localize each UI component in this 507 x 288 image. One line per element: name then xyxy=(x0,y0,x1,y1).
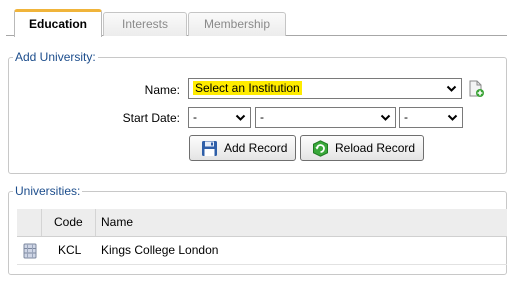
reload-icon xyxy=(313,140,328,157)
institution-select-value: Select an Institution xyxy=(193,81,302,95)
chevron-down-icon xyxy=(380,114,391,121)
name-label: Name: xyxy=(144,83,180,97)
tab-education[interactable]: Education xyxy=(14,9,102,37)
universities-grid: Code Name KCL Kings College London xyxy=(17,209,507,265)
table-row[interactable]: KCL Kings College London xyxy=(17,237,507,265)
institution-select[interactable]: Select an Institution xyxy=(188,78,462,99)
chevron-down-icon xyxy=(446,85,457,92)
tab-interests[interactable]: Interests xyxy=(103,12,187,36)
day-select[interactable]: - xyxy=(188,107,251,128)
add-record-label: Add Record xyxy=(224,141,288,155)
grid-header: Code Name xyxy=(17,209,507,237)
chevron-down-icon xyxy=(447,114,458,121)
column-header-code[interactable]: Code xyxy=(54,209,83,236)
day-select-value: - xyxy=(193,110,197,124)
save-disk-icon xyxy=(202,141,217,156)
month-select[interactable]: - xyxy=(255,107,396,128)
add-record-button[interactable]: Add Record xyxy=(189,135,296,161)
add-document-icon[interactable] xyxy=(467,80,485,98)
column-divider xyxy=(95,209,96,236)
database-icon xyxy=(23,243,37,259)
chevron-down-icon xyxy=(235,114,246,121)
tab-bar: Education Interests Membership xyxy=(0,0,507,37)
column-divider xyxy=(41,209,42,236)
universities-legend: Universities: xyxy=(13,184,83,198)
reload-record-button[interactable]: Reload Record xyxy=(300,135,424,161)
start-date-label: Start Date: xyxy=(122,111,180,125)
year-select-value: - xyxy=(404,110,408,124)
tab-membership[interactable]: Membership xyxy=(188,12,286,36)
reload-record-label: Reload Record xyxy=(335,141,416,155)
row-code: KCL xyxy=(58,243,82,257)
column-header-name[interactable]: Name xyxy=(101,209,133,236)
add-university-legend: Add University: xyxy=(13,50,98,64)
year-select[interactable]: - xyxy=(399,107,463,128)
row-name: Kings College London xyxy=(101,243,219,257)
month-select-value: - xyxy=(260,110,264,124)
